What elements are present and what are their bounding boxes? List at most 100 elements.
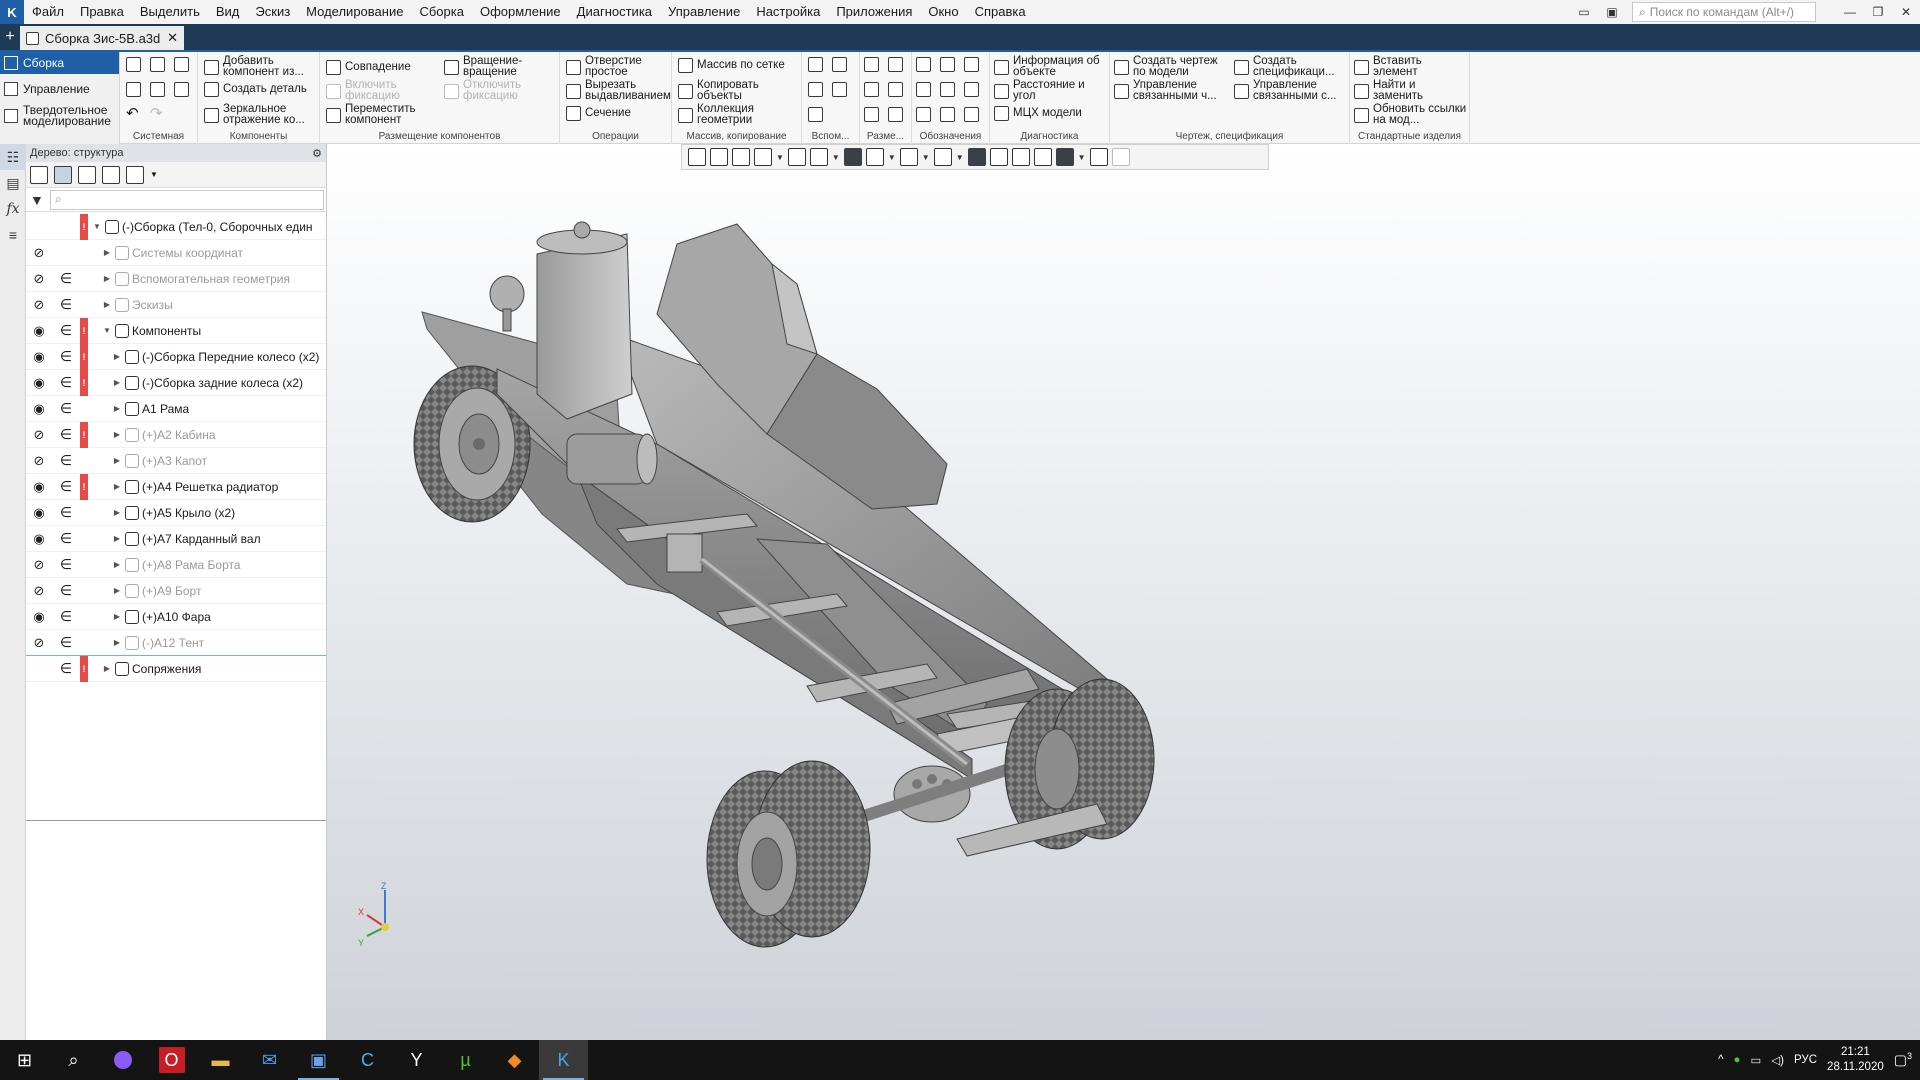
copy-objects-button[interactable]: Копировать объекты: [678, 79, 800, 102]
restore-icon[interactable]: ❐: [1864, 0, 1892, 24]
search-icon[interactable]: ⌕: [49, 1040, 98, 1080]
open-doc-icon[interactable]: [150, 57, 165, 72]
angular-dim-icon[interactable]: [888, 82, 903, 97]
membership-icon[interactable]: ∈: [52, 530, 80, 547]
3d-viewport[interactable]: ▼ ▼ ▼ ▼ ▼ ▼ Z X Y: [327, 144, 1920, 1040]
eye-icon[interactable]: ◉: [26, 531, 52, 547]
menu-item[interactable]: Управление: [660, 0, 748, 24]
tree-components-icon[interactable]: [54, 165, 72, 184]
clock[interactable]: 21:21 28.11.2020: [1827, 1045, 1884, 1075]
new-tab-icon[interactable]: +: [0, 24, 20, 50]
leader-icon[interactable]: [916, 57, 931, 72]
menu-item[interactable]: Сборка: [411, 0, 472, 24]
tree-row[interactable]: ⊘ ∈ ▶ Эскизы: [26, 292, 326, 318]
mirror-component-button[interactable]: Зеркальное отражение ко...: [204, 103, 316, 126]
menu-item[interactable]: Справка: [967, 0, 1034, 24]
aux-axis-icon[interactable]: [832, 57, 847, 72]
membership-icon[interactable]: ∈: [52, 270, 80, 287]
language-indicator[interactable]: РУС: [1794, 1054, 1817, 1066]
layers-panel-icon[interactable]: ≡: [0, 222, 26, 248]
tree-row[interactable]: ◉ ∈ ▶ (+)А10 Фара: [26, 604, 326, 630]
eye-hidden-icon[interactable]: ⊘: [26, 427, 52, 443]
membership-icon[interactable]: ∈: [52, 452, 80, 469]
rotate-button[interactable]: Вращение-вращение: [444, 55, 556, 78]
menu-item[interactable]: Выделить: [132, 0, 208, 24]
membership-icon[interactable]: ∈: [52, 634, 80, 651]
eye-hidden-icon[interactable]: ⊘: [26, 297, 52, 313]
disable-fix-button[interactable]: Отключить фиксацию: [444, 79, 556, 102]
auto-dim-icon[interactable]: [864, 107, 879, 122]
eye-icon[interactable]: ◉: [26, 349, 52, 365]
menu-item[interactable]: Файл: [24, 0, 72, 24]
table-icon[interactable]: [964, 107, 979, 122]
menu-item[interactable]: Приложения: [828, 0, 920, 24]
eye-icon[interactable]: ◉: [26, 479, 52, 495]
mode-management[interactable]: Управление: [0, 78, 119, 100]
collapsed-arrow-icon[interactable]: ▶: [102, 248, 112, 257]
mass-properties-button[interactable]: МЦХ модели: [994, 106, 1108, 121]
manage-linked-spec-button[interactable]: Управление связанными с...: [1234, 79, 1348, 102]
file-explorer-icon[interactable]: ▬: [196, 1040, 245, 1080]
tree-row[interactable]: ⊘ ▶ Системы координат: [26, 240, 326, 266]
ccleaner-icon[interactable]: C: [343, 1040, 392, 1080]
create-drawing-button[interactable]: Создать чертеж по модели: [1114, 55, 1230, 78]
object-info-button[interactable]: Информация об объекте: [994, 55, 1108, 78]
membership-icon[interactable]: ∈: [52, 582, 80, 599]
simple-hole-button[interactable]: Отверстие простое: [566, 55, 668, 78]
enable-fix-button[interactable]: Включить фиксацию: [326, 79, 436, 102]
tree-row[interactable]: ⊘ ∈ ▶ Вспомогательная геометрия: [26, 266, 326, 292]
tree-row[interactable]: ◉ ∈ ▶ А1 Рама: [26, 396, 326, 422]
aux-line-icon[interactable]: [808, 107, 823, 122]
command-search-input[interactable]: ⌕ Поиск по командам (Alt+/): [1632, 2, 1816, 22]
note-icon[interactable]: [940, 107, 955, 122]
tree-row[interactable]: ⊘ ∈ ▶ (+)А3 Капот: [26, 448, 326, 474]
menu-item[interactable]: Вид: [208, 0, 248, 24]
weld-icon[interactable]: [916, 82, 931, 97]
expanded-arrow-icon[interactable]: ▼: [92, 222, 102, 231]
variables-panel-icon[interactable]: fx: [0, 196, 26, 222]
menu-item[interactable]: Эскиз: [247, 0, 298, 24]
linear-dim-icon[interactable]: [864, 57, 879, 72]
tree-row[interactable]: ⊘ ∈ ▶ (+)А8 Рама Борта: [26, 552, 326, 578]
membership-icon[interactable]: ∈: [52, 374, 80, 391]
collapsed-arrow-icon[interactable]: ▶: [112, 638, 122, 647]
chevron-up-icon[interactable]: ^: [1718, 1054, 1723, 1066]
mode-assembly[interactable]: Сборка: [0, 52, 119, 74]
create-spec-button[interactable]: Создать спецификаци...: [1234, 55, 1348, 78]
preview-icon[interactable]: [150, 82, 165, 97]
eye-hidden-icon[interactable]: ⊘: [26, 583, 52, 599]
tree-row[interactable]: ◉ ∈! ▶ (+)А4 Решетка радиатор: [26, 473, 326, 500]
tree-history-icon[interactable]: [78, 165, 96, 184]
geometry-collection-button[interactable]: Коллекция геометрии: [678, 103, 800, 126]
marking-icon[interactable]: [964, 82, 979, 97]
aux-plane-icon[interactable]: [808, 57, 823, 72]
expanded-arrow-icon[interactable]: ▼: [102, 326, 112, 335]
menu-item[interactable]: Оформление: [472, 0, 569, 24]
notifications-icon[interactable]: ▢3: [1894, 1051, 1912, 1069]
gear-icon[interactable]: ⚙: [312, 147, 322, 160]
eye-hidden-icon[interactable]: ⊘: [26, 453, 52, 469]
assistant-icon[interactable]: [98, 1040, 147, 1080]
menu-item[interactable]: Настройка: [748, 0, 828, 24]
membership-icon[interactable]: ∈: [52, 608, 80, 625]
tree-row[interactable]: ◉ ∈! ▶ (-)Сборка Передние колесо (x2): [26, 343, 326, 370]
print-icon[interactable]: [126, 82, 141, 97]
collapsed-arrow-icon[interactable]: ▶: [112, 586, 122, 595]
roughness-icon[interactable]: [964, 57, 979, 72]
membership-icon[interactable]: ∈: [52, 504, 80, 521]
close-window-icon[interactable]: ✕: [1892, 0, 1920, 24]
membership-icon[interactable]: ∈: [52, 426, 80, 443]
membership-icon[interactable]: ∈: [52, 322, 80, 339]
tree-row[interactable]: ⊘ ∈! ▶ (+)А2 Кабина: [26, 421, 326, 448]
opera-browser-icon[interactable]: O: [147, 1040, 196, 1080]
eye-hidden-icon[interactable]: ⊘: [26, 245, 52, 261]
tree-view-icon[interactable]: [126, 165, 144, 184]
tree-row[interactable]: ! ▼ (-)Сборка (Тел-0, Сборочных един: [26, 213, 326, 240]
tree-search-input[interactable]: ⌕: [50, 189, 324, 210]
collapsed-arrow-icon[interactable]: ▶: [112, 482, 122, 491]
aux-csys-icon[interactable]: [832, 82, 847, 97]
collapsed-arrow-icon[interactable]: ▶: [112, 508, 122, 517]
tree-structure-icon[interactable]: [30, 165, 48, 184]
undo-icon[interactable]: ↶: [126, 104, 139, 122]
close-tab-icon[interactable]: ✕: [167, 30, 178, 46]
